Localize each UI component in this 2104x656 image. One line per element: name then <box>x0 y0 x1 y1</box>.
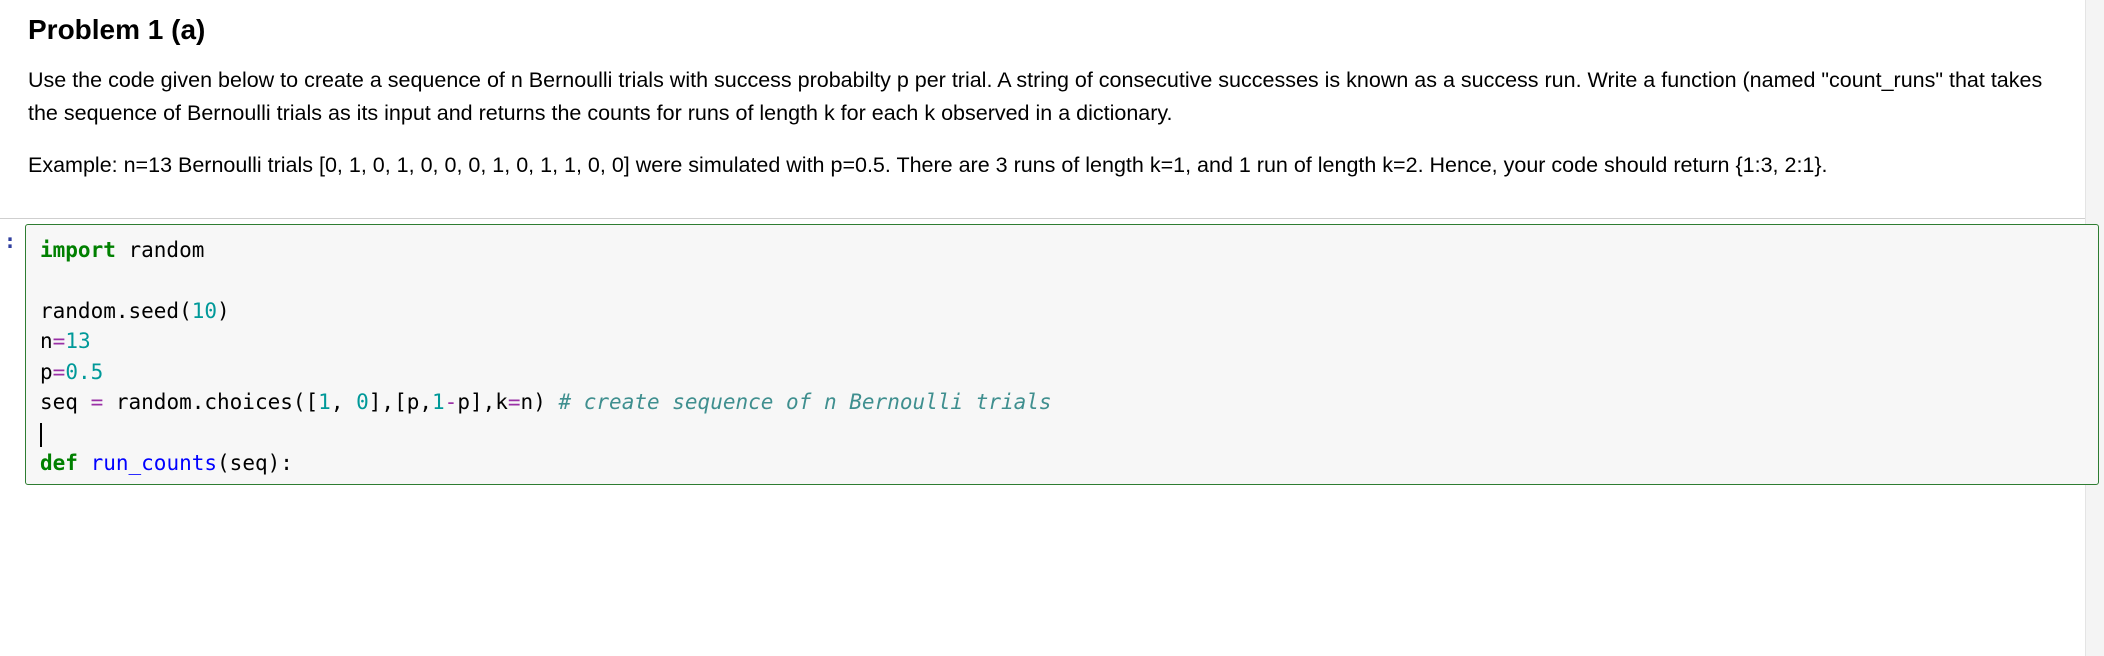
number-literal: 1 <box>432 390 445 414</box>
comment: # create sequence of n Bernoulli trials <box>558 390 1051 414</box>
code-editor[interactable]: import random random.seed(10) n=13 p=0.5… <box>25 224 2099 486</box>
op-equals: = <box>53 360 66 384</box>
number-literal: 0.5 <box>65 360 103 384</box>
code-content[interactable]: import random random.seed(10) n=13 p=0.5… <box>40 235 2084 479</box>
problem-description-2: Example: n=13 Bernoulli trials [0, 1, 0,… <box>28 149 2076 182</box>
number-literal: 13 <box>65 329 90 353</box>
number-literal: 0 <box>356 390 369 414</box>
code-cell: : import random random.seed(10) n=13 p=0… <box>0 218 2104 486</box>
code-text: , <box>331 390 356 414</box>
code-text: n) <box>521 390 559 414</box>
function-name: run_counts <box>91 451 217 475</box>
kw-def: def <box>40 451 78 475</box>
var-name: n <box>40 329 53 353</box>
number-literal: 1 <box>318 390 331 414</box>
code-text: p],k <box>457 390 508 414</box>
var-name: p <box>40 360 53 384</box>
problem-description-1: Use the code given below to create a seq… <box>28 64 2076 131</box>
code-text <box>78 451 91 475</box>
code-text: random.choices([ <box>103 390 318 414</box>
module-name: random <box>116 238 205 262</box>
op-equals: = <box>508 390 521 414</box>
op-equals: = <box>91 390 104 414</box>
markdown-cell: Problem 1 (a) Use the code given below t… <box>0 14 2104 218</box>
input-prompt: : <box>0 219 20 486</box>
code-text: ],[p, <box>369 390 432 414</box>
problem-heading: Problem 1 (a) <box>28 14 2076 46</box>
code-text: seq <box>40 390 91 414</box>
op-equals: = <box>53 329 66 353</box>
code-text: ) <box>217 299 230 323</box>
number-literal: 10 <box>192 299 217 323</box>
text-cursor <box>40 423 42 447</box>
code-text: random.seed( <box>40 299 192 323</box>
function-signature: (seq): <box>217 451 293 475</box>
kw-import: import <box>40 238 116 262</box>
op-minus: - <box>445 390 458 414</box>
